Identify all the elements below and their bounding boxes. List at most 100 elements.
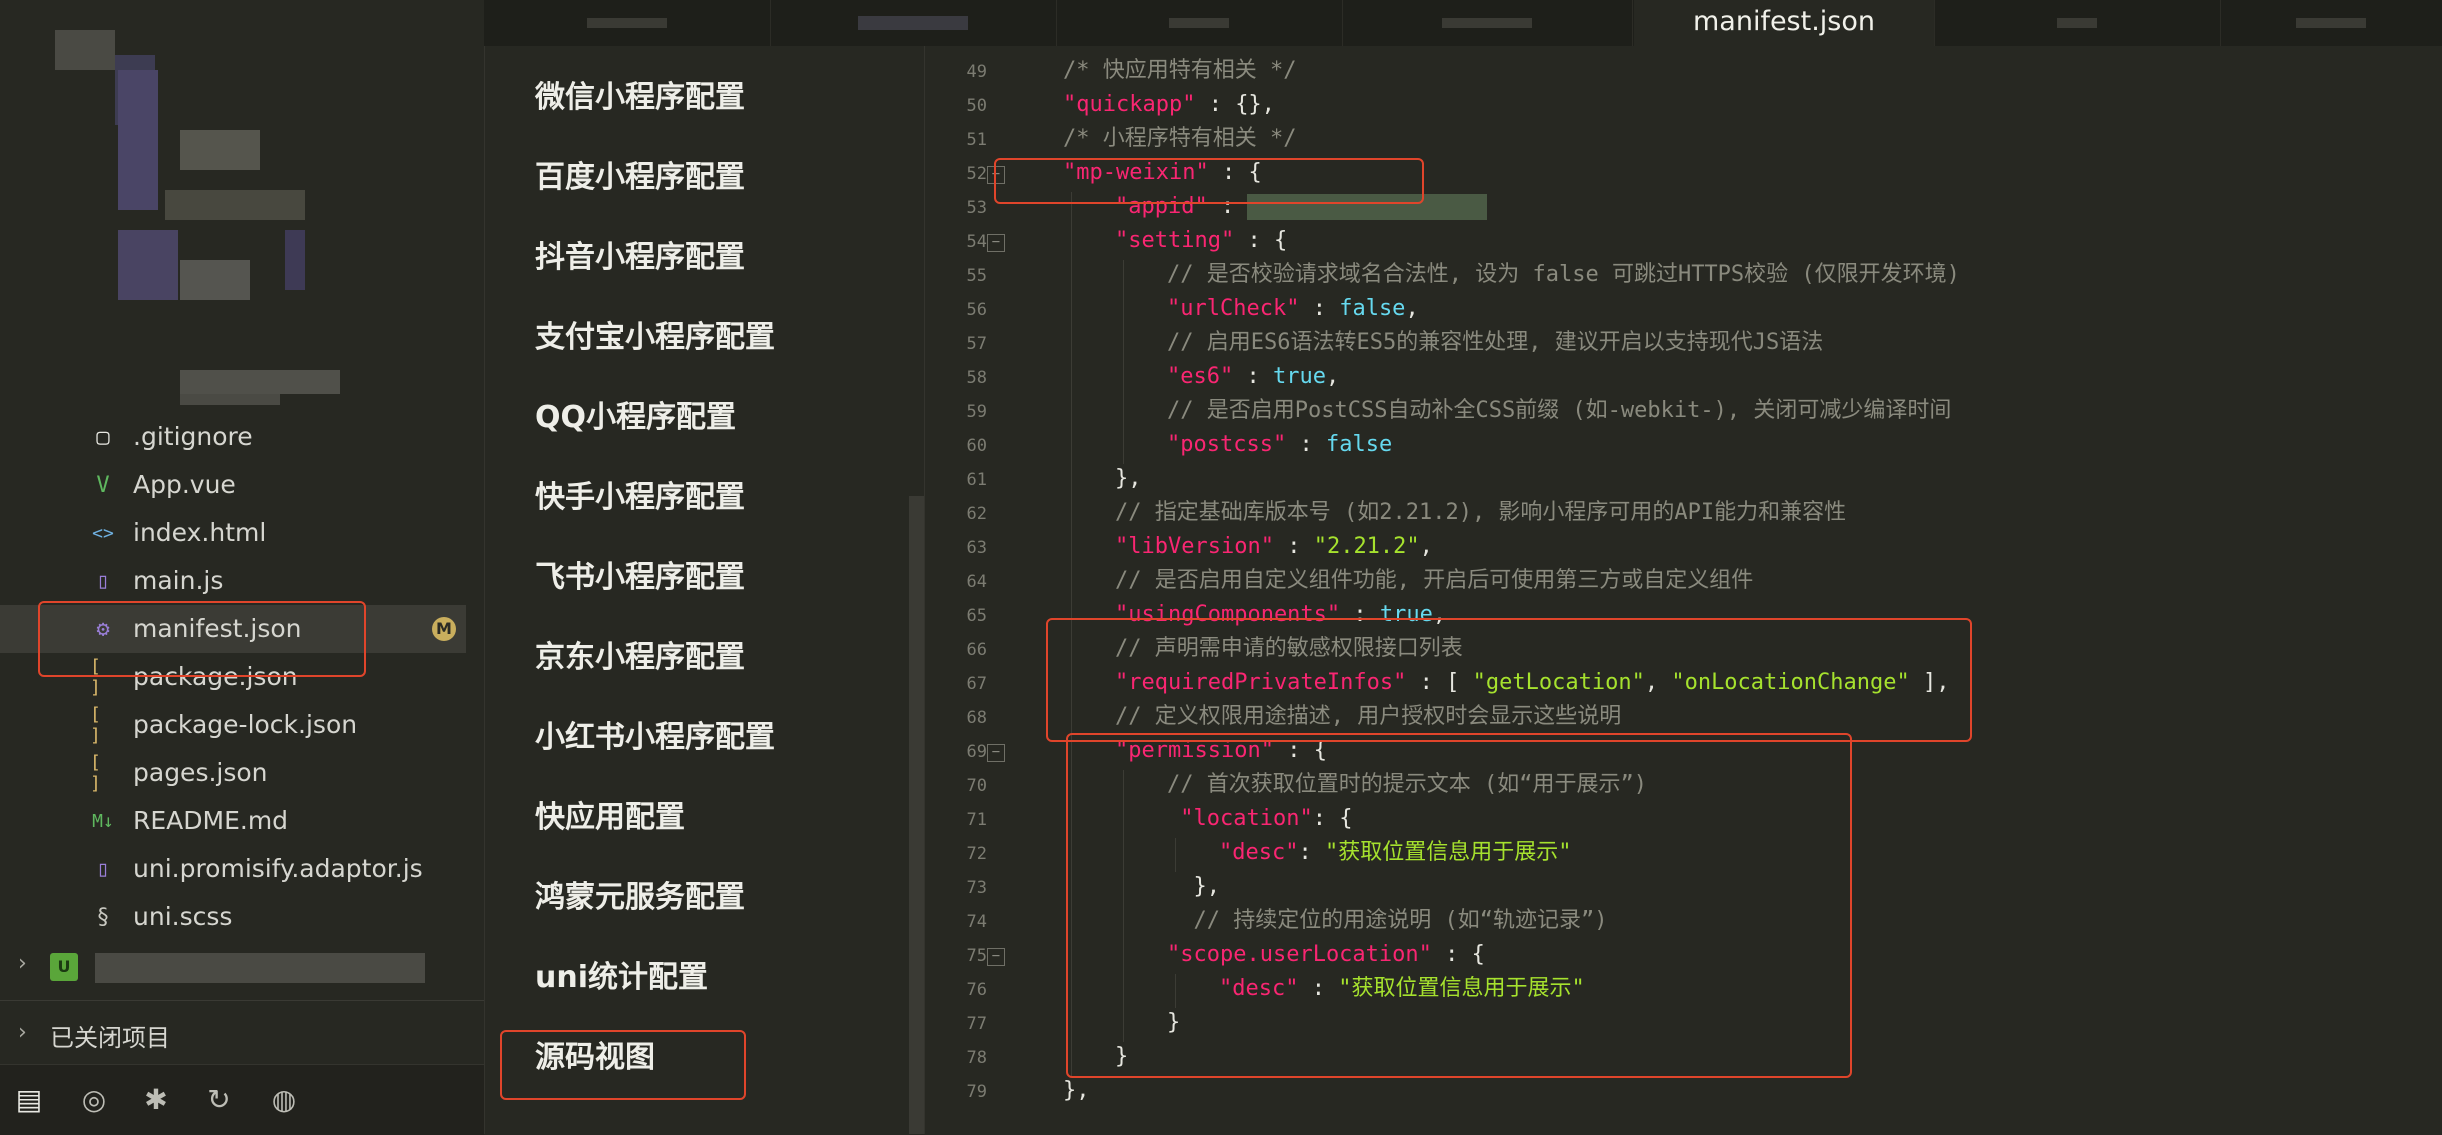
vue-file-icon: V <box>96 472 110 498</box>
code-line[interactable]: }, <box>1115 464 1142 494</box>
config-nav-item[interactable]: 飞书小程序配置 <box>535 556 745 600</box>
code-token: , <box>1405 296 1419 321</box>
line-number: 59 <box>966 402 987 422</box>
code-token: "es6" <box>1167 364 1234 389</box>
code-line[interactable]: // 是否校验请求域名合法性, 设为 false 可跳过HTTPS校验 (仅限开… <box>1167 260 1960 290</box>
code-line[interactable]: "urlCheck" : false, <box>1167 294 1419 324</box>
binoculars-icon[interactable]: ◎ <box>75 1081 113 1119</box>
fold-toggle-icon[interactable]: − <box>987 234 1005 252</box>
code-line[interactable]: "libVersion" : "2.21.2", <box>1115 532 1433 562</box>
code-line[interactable]: "quickapp" : {}, <box>1063 90 1275 120</box>
files-icon[interactable]: ▤ <box>10 1081 48 1119</box>
tab-redacted[interactable] <box>1934 0 2221 46</box>
code-token: false <box>1325 432 1393 457</box>
file-tree-item[interactable]: ▯ uni.promisify.adaptor.js <box>0 845 466 893</box>
code-token: /* 快应用特有相关 */ <box>1063 58 1297 83</box>
code-token: : <box>1273 534 1314 559</box>
line-number: 70 <box>966 776 987 796</box>
bug-icon[interactable]: ✱ <box>137 1081 175 1119</box>
line-number: 63 <box>966 538 987 558</box>
config-nav-item[interactable]: 小红书小程序配置 <box>535 716 775 760</box>
code-line[interactable]: // 启用ES6语法转ES5的兼容性处理, 建议开启以支持现代JS语法 <box>1167 328 1823 358</box>
fold-toggle-icon[interactable]: − <box>987 744 1005 762</box>
config-nav-item[interactable]: 百度小程序配置 <box>535 156 745 200</box>
globe-icon[interactable]: ◍ <box>265 1081 303 1119</box>
code-line[interactable]: }, <box>1063 1076 1090 1106</box>
uniapp-project-icon: U <box>50 953 78 981</box>
config-nav-item[interactable]: uni统计配置 <box>535 956 708 1000</box>
closed-projects[interactable]: › 已关闭项目 <box>0 1012 484 1056</box>
line-number: 58 <box>966 368 987 388</box>
code-token: }, <box>1115 466 1142 491</box>
code-token: /* 小程序特有相关 */ <box>1063 126 1297 151</box>
line-number: 65 <box>966 606 987 626</box>
line-number: 52 <box>966 164 987 184</box>
code-line[interactable]: "setting" : { <box>1115 226 1287 256</box>
closed-projects-label: 已关闭项目 <box>50 1024 170 1052</box>
config-nav-item[interactable]: 快手小程序配置 <box>535 476 745 520</box>
scrollbar[interactable] <box>909 496 925 1134</box>
indent-guide <box>1123 362 1124 396</box>
config-nav-item[interactable]: 快应用配置 <box>535 796 685 840</box>
file-name: README.md <box>133 806 289 835</box>
code-token: true <box>1272 364 1326 389</box>
code-token: }, <box>1063 1078 1090 1103</box>
code-token: // 是否启用自定义组件功能, 开启后可使用第三方或自定义组件 <box>1115 568 1754 593</box>
indent-guide <box>1071 464 1072 498</box>
indent-guide <box>1123 294 1124 328</box>
code-line[interactable]: // 指定基础库版本号 (如2.21.2), 影响小程序可用的API能力和兼容性 <box>1115 498 1846 528</box>
config-nav-item[interactable]: 抖音小程序配置 <box>535 236 745 280</box>
code-line[interactable]: /* 快应用特有相关 */ <box>1063 56 1296 86</box>
code-token: "2.21.2" <box>1313 534 1420 559</box>
tab-redacted[interactable] <box>1342 0 1633 46</box>
file-tree-item[interactable]: ▯ main.js <box>0 557 466 605</box>
file-tree-item[interactable]: M↓ README.md <box>0 797 466 845</box>
config-nav-item[interactable]: 鸿蒙元服务配置 <box>535 876 745 920</box>
highlight-box-permission <box>1066 733 1852 1078</box>
line-number: 56 <box>966 300 987 320</box>
highlight-box-mp-weixin <box>994 158 1424 204</box>
chevron-right-icon[interactable]: › <box>18 1020 27 1045</box>
chevron-right-icon[interactable]: › <box>18 951 27 976</box>
redacted-tree-area <box>55 30 115 70</box>
tab-redacted[interactable] <box>770 0 1057 46</box>
sync-icon[interactable]: ↻ <box>200 1081 238 1119</box>
file-tree-item[interactable]: ▢ .gitignore <box>0 413 466 461</box>
file-tree-item[interactable]: <> index.html <box>0 509 466 557</box>
config-nav-item[interactable]: 微信小程序配置 <box>535 76 745 120</box>
file-tree-item[interactable]: § uni.scss <box>0 893 466 941</box>
code-line[interactable]: // 是否启用自定义组件功能, 开启后可使用第三方或自定义组件 <box>1115 566 1753 596</box>
tab-redacted[interactable] <box>2220 0 2442 46</box>
line-number: 69 <box>966 742 987 762</box>
redacted-tree-area <box>165 190 305 220</box>
tab-redacted[interactable] <box>484 0 771 46</box>
fold-toggle-icon[interactable]: − <box>987 948 1005 966</box>
line-number: 67 <box>966 674 987 694</box>
tab-redacted[interactable] <box>1056 0 1343 46</box>
file-name: package-lock.json <box>133 710 358 739</box>
line-number: 49 <box>966 62 987 82</box>
config-nav-item[interactable]: 支付宝小程序配置 <box>535 316 775 360</box>
config-nav-item[interactable]: QQ小程序配置 <box>535 396 736 440</box>
code-token: , <box>1325 364 1340 389</box>
indent-guide <box>1123 396 1124 430</box>
tab-manifest-json[interactable]: manifest.json <box>1634 0 1935 46</box>
indent-guide <box>1071 362 1072 396</box>
indent-guide <box>1071 532 1072 566</box>
line-number: 60 <box>966 436 987 456</box>
code-line[interactable]: "postcss" : false <box>1167 430 1392 460</box>
code-line[interactable]: "es6" : true, <box>1167 362 1339 392</box>
file-tree-item[interactable]: [ ] package-lock.json <box>0 701 466 749</box>
highlight-box-required-private-infos <box>1046 618 1972 742</box>
indent-guide <box>1071 328 1072 362</box>
file-tree-item[interactable]: V App.vue <box>0 461 466 509</box>
code-token: "postcss" <box>1167 432 1287 457</box>
code-line[interactable]: // 是否启用PostCSS自动补全CSS前缀 (如-webkit-), 关闭可… <box>1167 396 1951 426</box>
code-token: // 是否启用PostCSS自动补全CSS前缀 (如-webkit-), 关闭可… <box>1167 398 1952 423</box>
project-row[interactable]: › U <box>0 945 484 989</box>
config-nav-item[interactable]: 京东小程序配置 <box>535 636 745 680</box>
line-number: 66 <box>966 640 987 660</box>
file-icon: ▢ <box>96 424 110 450</box>
code-line[interactable]: /* 小程序特有相关 */ <box>1063 124 1296 154</box>
file-tree-item[interactable]: [ ] pages.json <box>0 749 466 797</box>
